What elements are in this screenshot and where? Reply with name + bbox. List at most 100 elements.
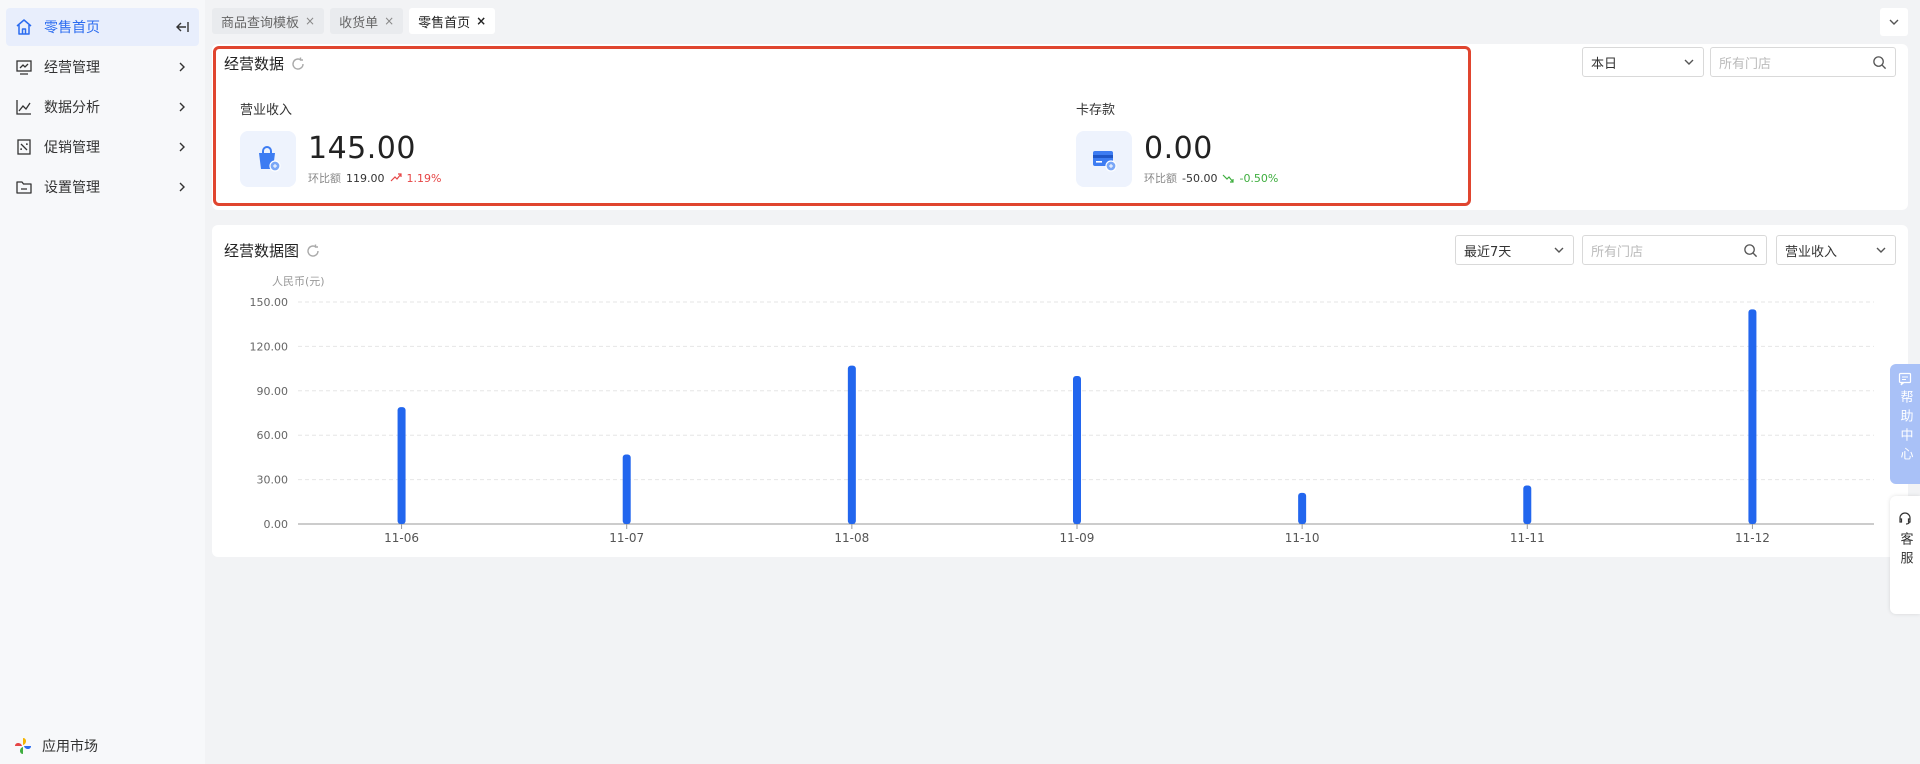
monitor-chart-icon [14,57,34,77]
tab-label: 收货单 [339,15,379,31]
x-tick-label: 11-12 [1735,531,1770,545]
trend-up-icon [390,173,402,182]
sidebar-item-business-management[interactable]: 经营管理 [6,48,199,86]
x-tick-label: 11-08 [834,531,869,545]
compare-value: 119.00 [346,171,385,185]
compare-label: 环比额 [308,172,341,185]
trend-down-icon [1223,174,1235,183]
app-market-link[interactable]: 应用市场 [14,736,98,756]
help-center-button[interactable]: 帮助中心 [1890,364,1920,484]
change-percent: 1.19% [406,171,442,185]
period-select-value: 本日 [1591,56,1618,72]
metric-select[interactable]: 营业收入 [1776,235,1896,265]
store-search-placeholder: 所有门店 [1719,56,1772,72]
refresh-icon[interactable] [305,243,321,259]
sidebar-item-data-analysis[interactable]: 数据分析 [6,88,199,126]
tab-retail-home[interactable]: 零售首页 × [409,8,496,34]
headset-icon [1899,512,1911,525]
message-icon [1898,372,1912,386]
sidebar-item-label: 经营管理 [44,60,100,76]
sidebar-item-label: 促销管理 [44,140,100,156]
chevron-down-icon [1684,59,1694,65]
sidebar-item-settings-management[interactable]: 设置管理 [6,168,199,206]
folder-icon [14,177,34,197]
tab-bar: 商品查询模板 × 收货单 × 零售首页 × [212,8,496,36]
business-chart-title: 经营数据图 [224,240,321,261]
y-tick-label: 30.00 [257,474,289,487]
close-icon[interactable]: × [384,14,394,28]
sidebar: 零售首页 经营管理 数据分析 促销管理 设置管理 应用市场 [0,0,205,764]
revenue-compare: 环比额 119.00 1.19% [308,170,441,186]
customer-service-label: 客服 [1897,532,1913,570]
revenue-value: 145.00 [308,131,416,166]
refresh-icon[interactable] [290,56,306,72]
sidebar-item-promotion-management[interactable]: 促销管理 [6,128,199,166]
card-deposit-value: 0.00 [1144,131,1213,166]
range-select-value: 最近7天 [1464,244,1512,260]
bar [1523,485,1532,524]
y-tick-label: 120.00 [250,340,289,353]
tab-product-query-template[interactable]: 商品查询模板 × [212,8,325,34]
sidebar-item-label: 设置管理 [44,180,100,196]
tab-list-dropdown[interactable] [1880,8,1908,36]
x-tick-label: 11-09 [1060,531,1095,545]
chevron-right-icon [173,98,191,116]
chevron-right-icon [173,58,191,76]
chevron-down-icon [1554,247,1564,253]
y-tick-label: 0.00 [264,518,289,531]
shopping-bag-icon [240,131,296,187]
customer-service-button[interactable]: 客服 [1890,496,1920,614]
app-market-icon [14,737,32,755]
business-data-title: 经营数据 [224,53,306,74]
bar [847,365,856,524]
y-tick-label: 90.00 [257,385,289,398]
sidebar-item-label: 数据分析 [44,100,100,116]
tab-label: 商品查询模板 [221,15,300,31]
store-search-input[interactable]: 所有门店 [1710,47,1896,77]
revenue-label: 营业收入 [240,103,293,118]
search-icon[interactable] [1743,243,1758,258]
chart-store-search-input[interactable]: 所有门店 [1582,235,1767,265]
bar [1748,309,1757,524]
bar [1298,492,1307,524]
panel-title: 经营数据 [224,55,285,73]
x-tick-label: 11-10 [1285,531,1320,545]
close-icon[interactable]: × [476,14,486,28]
card-deposit-label: 卡存款 [1076,103,1116,118]
chevron-right-icon [173,138,191,156]
app-market-label: 应用市场 [42,739,98,755]
bar [397,407,406,524]
credit-card-icon [1076,131,1132,187]
help-center-label: 帮助中心 [1897,390,1913,466]
chevron-right-icon [173,178,191,196]
period-select[interactable]: 本日 [1582,47,1704,77]
card-deposit-compare: 环比额 -50.00 -0.50% [1144,170,1278,186]
metric-select-value: 营业收入 [1785,244,1838,260]
bar-chart: 人民币(元) 0.00 30.00 60.00 90.00 120.00 150.00 11-… [250,275,1874,545]
compare-value: -50.00 [1182,171,1218,185]
sidebar-item-retail-home[interactable]: 零售首页 [6,8,199,46]
y-axis-label: 人民币(元) [272,275,325,288]
panel-title: 经营数据图 [224,242,300,260]
store-search-placeholder: 所有门店 [1591,244,1644,260]
tab-receipt[interactable]: 收货单 × [330,8,404,34]
tab-label: 零售首页 [418,15,471,31]
home-icon [14,17,34,37]
bar [1072,376,1081,524]
chevron-down-icon [1889,19,1899,25]
close-icon[interactable]: × [305,14,315,28]
y-tick-label: 150.00 [250,296,289,309]
x-tick-label: 11-07 [609,531,644,545]
range-select[interactable]: 最近7天 [1455,235,1574,265]
x-tick-label: 11-06 [384,531,419,545]
collapse-sidebar-icon[interactable] [173,18,191,36]
compare-label: 环比额 [1144,172,1177,185]
change-percent: -0.50% [1239,171,1279,185]
sidebar-item-label: 零售首页 [44,20,100,36]
line-chart-icon [14,97,34,117]
bar [622,454,631,524]
search-icon[interactable] [1872,55,1887,70]
y-tick-label: 60.00 [257,429,289,442]
promo-tag-icon [14,137,34,157]
x-tick-label: 11-11 [1510,531,1545,545]
